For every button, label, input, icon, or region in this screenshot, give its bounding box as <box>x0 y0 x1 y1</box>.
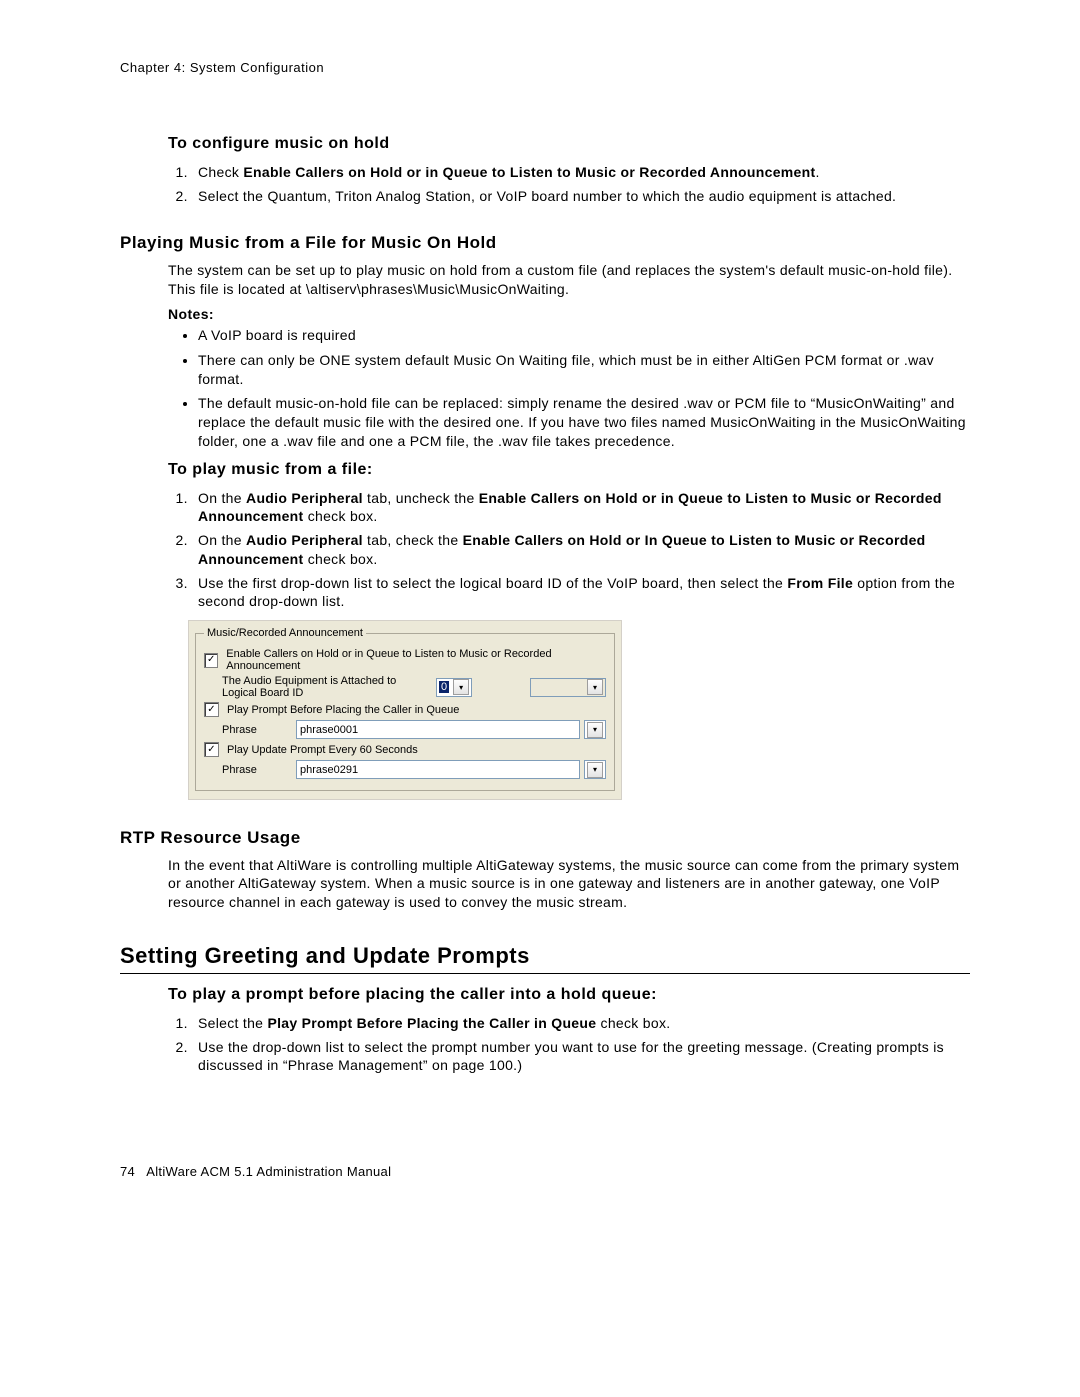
list-item: There can only be ONE system default Mus… <box>198 351 970 389</box>
chevron-down-icon[interactable]: ▾ <box>453 679 469 695</box>
book-title: AltiWare ACM 5.1 Administration Manual <box>146 1164 391 1179</box>
list-item: Use the drop-down list to select the pro… <box>192 1038 970 1074</box>
list-item: Check Enable Callers on Hold or in Queue… <box>192 163 970 181</box>
step-text: Use the first drop-down list to select t… <box>198 575 787 591</box>
chapter-header: Chapter 4: System Configuration <box>120 60 970 75</box>
step-text: On the <box>198 490 246 506</box>
step-text: . <box>815 164 819 180</box>
phrase1-select[interactable]: ▾ <box>584 720 606 739</box>
notes-label: Notes: <box>168 306 970 322</box>
phrase2-select[interactable]: ▾ <box>584 760 606 779</box>
steps-configure-moh: Check Enable Callers on Hold or in Queue… <box>168 163 970 205</box>
board-id-label: The Audio Equipment is Attached to Logic… <box>222 675 432 699</box>
step-text: Select the <box>198 1015 267 1031</box>
heading-play-prompt-hold-queue: To play a prompt before placing the call… <box>168 986 970 1004</box>
list-item: A VoIP board is required <box>198 326 970 345</box>
list-item: The default music-on-hold file can be re… <box>198 394 970 451</box>
footer: 74 AltiWare ACM 5.1 Administration Manua… <box>120 1164 970 1179</box>
dialog-music-recorded: Music/Recorded Announcement Enable Calle… <box>188 620 622 800</box>
step-text: check box. <box>304 551 378 567</box>
step-text: check box. <box>596 1015 670 1031</box>
step-text: tab, check the <box>363 532 463 548</box>
checkbox-label: Enable Callers on Hold or in Queue to Li… <box>226 648 606 672</box>
chevron-down-icon[interactable]: ▾ <box>587 679 603 695</box>
notes-list: A VoIP board is required There can only … <box>168 326 970 451</box>
phrase-label: Phrase <box>222 764 292 776</box>
board-id-value: 0 <box>439 681 449 693</box>
checkbox-play-prompt-before[interactable] <box>204 702 219 717</box>
step-bold: Enable Callers on Hold or in Queue to Li… <box>243 164 815 180</box>
phrase2-input[interactable]: phrase0291 <box>296 760 580 779</box>
chevron-down-icon[interactable]: ▾ <box>587 762 603 778</box>
phrase-label: Phrase <box>222 724 292 736</box>
step-text: Use the drop-down list to select the pro… <box>198 1039 944 1073</box>
heading-setting-greeting: Setting Greeting and Update Prompts <box>120 943 970 969</box>
divider <box>120 973 970 974</box>
step-text: tab, uncheck the <box>363 490 479 506</box>
checkbox-enable-callers[interactable] <box>204 653 218 668</box>
checkbox-label: Play Update Prompt Every 60 Seconds <box>227 744 418 756</box>
list-item: Select the Play Prompt Before Placing th… <box>192 1014 970 1032</box>
checkbox-play-update-prompt[interactable] <box>204 742 219 757</box>
list-item: Use the first drop-down list to select t… <box>192 574 970 610</box>
paragraph: The system can be set up to play music o… <box>168 261 970 297</box>
list-item: On the Audio Peripheral tab, uncheck the… <box>192 489 970 525</box>
paragraph: In the event that AltiWare is controllin… <box>168 856 970 911</box>
step-text: Select the Quantum, Triton Analog Statio… <box>198 188 896 204</box>
checkbox-label: Play Prompt Before Placing the Caller in… <box>227 704 459 716</box>
source-select[interactable]: ▾ <box>530 678 606 697</box>
heading-rtp-resource: RTP Resource Usage <box>120 828 970 848</box>
step-bold: Play Prompt Before Placing the Caller in… <box>267 1015 596 1031</box>
list-item: On the Audio Peripheral tab, check the E… <box>192 531 970 567</box>
phrase1-input[interactable]: phrase0001 <box>296 720 580 739</box>
chevron-down-icon[interactable]: ▾ <box>587 722 603 738</box>
steps-play-music-file: On the Audio Peripheral tab, uncheck the… <box>168 489 970 610</box>
heading-configure-moh: To configure music on hold <box>168 135 970 153</box>
heading-play-music-file: To play music from a file: <box>168 461 970 479</box>
dialog-legend: Music/Recorded Announcement <box>204 627 366 639</box>
page-number: 74 <box>120 1164 135 1179</box>
step-text: On the <box>198 532 246 548</box>
step-bold: Audio Peripheral <box>246 532 363 548</box>
step-bold: From File <box>787 575 853 591</box>
steps-play-prompt: Select the Play Prompt Before Placing th… <box>168 1014 970 1075</box>
board-id-select[interactable]: 0 ▾ <box>436 678 472 697</box>
step-text: Check <box>198 164 243 180</box>
list-item: Select the Quantum, Triton Analog Statio… <box>192 187 970 205</box>
step-bold: Audio Peripheral <box>246 490 363 506</box>
heading-playing-music-file: Playing Music from a File for Music On H… <box>120 233 970 253</box>
step-text: check box. <box>304 508 378 524</box>
